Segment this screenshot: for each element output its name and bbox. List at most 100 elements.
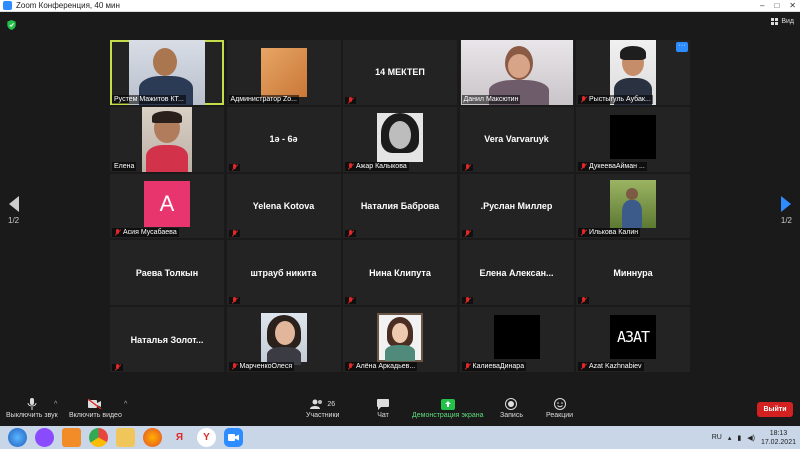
participant-name-label: Асия Мусабаева [112,228,179,238]
participant-tile[interactable]: Наталия Баброва [343,173,457,239]
muted-mic-icon [347,362,354,370]
muted-mic-icon [580,162,587,170]
participant-name-label: Данил Максютин [461,94,521,104]
window-titlebar: Zoom Конференция, 40 мин – □ ✕ [0,0,800,12]
yandex-browser-icon[interactable]: Y [197,428,216,447]
leave-meeting-button[interactable]: Выйти [757,402,793,417]
participant-tile[interactable]: штрауб никита [226,240,341,306]
participant-tile[interactable]: КалиеваДинара [459,307,574,372]
share-screen-label: Демонстрация экрана [412,412,484,419]
start-video-button[interactable]: Включить видео [69,398,122,419]
reactions-label: Реакции [546,412,574,419]
participant-tile[interactable]: МарченкоОлеся [226,307,341,372]
close-button[interactable]: ✕ [789,0,796,12]
video-options-caret-icon[interactable]: ^ [124,401,127,408]
muted-mic-icon [347,96,354,104]
folder-icon[interactable] [116,428,135,447]
muted-mic-icon [464,163,471,171]
muted-mic-icon [464,297,471,304]
start-icon[interactable] [8,428,27,447]
participant-name-label: КалиеваДинара [461,361,527,371]
participant-name-label [578,297,589,305]
participants-label: Участники [306,412,340,419]
participant-name-center: Нина Клипута [369,267,431,278]
clock[interactable]: 18:13 17.02.2021 [761,429,796,447]
participants-count: 26 [327,400,336,408]
participant-picture [610,179,656,229]
participant-name-center: Yelena Kotova [252,200,315,211]
share-screen-button[interactable]: Демонстрация экрана [412,398,484,419]
tray-arrow-icon[interactable]: ▴ [728,434,732,442]
language-indicator[interactable]: RU [712,434,722,441]
participant-tile[interactable]: Алёна Аркадьев... [343,307,457,372]
muted-mic-icon [347,230,354,237]
participant-name-label: Алёна Аркадьев... [345,361,418,371]
participant-name-label [345,230,356,238]
next-page-button[interactable]: 1/2 [781,196,792,225]
firefox-icon[interactable] [143,428,162,447]
system-tray: RU ▴ ▮ ◀) 18:13 17.02.2021 [712,426,796,449]
participant-tile[interactable]: 1ә - 6ә [226,106,341,172]
network-icon[interactable]: ▮ [737,434,741,442]
participant-name-label [461,297,473,305]
participant-tile[interactable]: Елена Алексан... [459,240,574,306]
volume-icon[interactable]: ◀) [747,434,755,442]
participant-tile[interactable]: Наталья Золот... [110,307,224,372]
view-button[interactable]: Вид [771,18,794,25]
more-options-button[interactable]: ··· [676,42,688,52]
mute-button[interactable]: Выключить звук [6,398,58,419]
maximize-button[interactable]: □ [774,0,779,12]
security-shield-icon[interactable] [7,20,16,30]
minimize-button[interactable]: – [760,0,764,12]
chevron-left-icon [8,196,19,212]
participant-name-label [228,163,240,171]
chevron-right-icon [781,196,792,212]
participant-tile[interactable]: ДукееваАйман ... [576,106,690,172]
muted-mic-icon [580,95,587,103]
participant-tile[interactable]: .Руслан Миллер [459,173,574,239]
yandex-icon[interactable]: Я [170,428,189,447]
media-icon[interactable] [62,428,81,447]
participant-tile[interactable]: Yelena Kotova [226,173,341,239]
reactions-button[interactable]: Реакции [546,398,573,419]
zoom-icon[interactable] [224,428,243,447]
muted-mic-icon [347,297,354,304]
participant-tile[interactable]: ··· Рыстыгуль Аубак... [576,40,690,105]
participant-name-label: Рустем Мажитов КТ... [112,94,186,104]
participants-button[interactable]: 26 Участники [306,398,339,419]
audio-options-caret-icon[interactable]: ^ [54,401,57,408]
participant-name-label: МарченкоОлеся [228,361,295,371]
participant-tile[interactable]: Илькова Калин [576,173,690,239]
participant-tile[interactable]: Vera Varvaruyk [459,106,574,172]
participant-tile[interactable]: A Асия Мусабаева [110,173,224,239]
participant-tile[interactable]: Ажар Калыкова [343,106,457,172]
participant-tile[interactable]: Данил Максютин [459,40,574,105]
participant-tile[interactable]: Елена [110,106,224,172]
participant-tile[interactable]: Нина Клипута [343,240,457,306]
record-button[interactable]: Запись [500,398,523,419]
prev-page-button[interactable]: 1/2 [8,196,19,225]
participant-name-label [461,163,473,171]
alice-icon[interactable] [35,428,54,447]
participant-tile[interactable]: Раева Толкын [110,240,224,306]
participant-name-label [228,230,240,238]
chrome-icon[interactable] [89,428,108,447]
participant-name-center: 1ә - 6ә [269,134,298,145]
os-taskbar: Я Y RU ▴ ▮ ◀) 18:13 17.02.2021 [0,426,800,449]
window-controls: – □ ✕ [760,0,796,12]
muted-mic-icon [231,297,238,304]
mute-label: Выключить звук [6,412,58,419]
chat-button[interactable]: Чат [377,398,389,419]
zoom-app-icon [3,1,12,10]
participant-picture [493,315,540,360]
smiley-plus-icon [553,398,566,410]
participant-tile[interactable]: 14 МЕКТЕП [343,40,457,105]
participant-picture [377,313,423,362]
participant-tile[interactable]: Рустем Мажитов КТ... [110,40,224,105]
participant-tile[interactable]: AЗAT Azat Kazhnabiev [576,307,690,372]
participant-name-label: Илькова Калин [578,228,641,238]
participant-tile[interactable]: Миннура [576,240,690,306]
participant-name-label: ДукееваАйман ... [578,161,647,171]
participant-picture [260,313,307,366]
participant-tile[interactable]: Администратор Zo... [226,40,341,105]
